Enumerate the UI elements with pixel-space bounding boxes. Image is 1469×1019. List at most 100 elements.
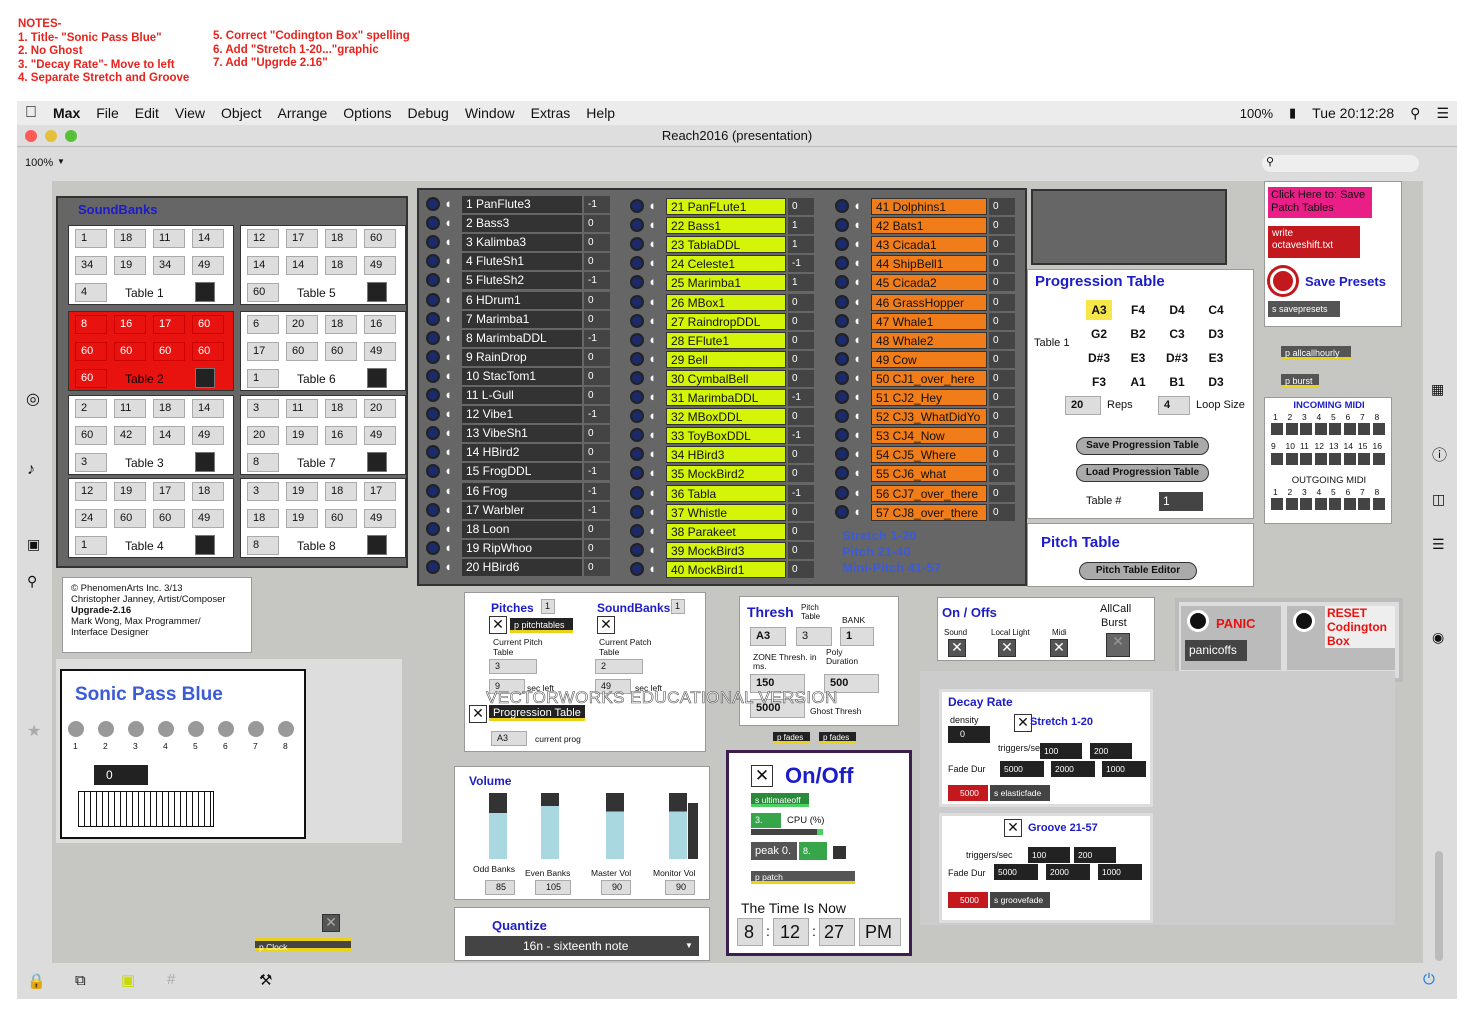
bank-pan-icon[interactable]: ◖ [444,483,458,499]
odd-value[interactable]: 85 [485,880,515,895]
table-cell[interactable]: 49 [364,256,396,275]
bank-slot[interactable]: 24 Celeste1 [666,255,786,273]
maximize-button[interactable] [65,130,77,142]
bank-offset[interactable]: -1 [788,427,814,445]
menu-item-object[interactable]: Object [213,105,269,121]
bank-pan-icon[interactable]: ◖ [444,406,458,422]
table-num-value[interactable]: 1 [1159,492,1203,511]
bank-select-icon[interactable] [630,199,644,213]
menu-item-file[interactable]: File [88,105,127,121]
bank-pan-icon[interactable]: ◖ [444,292,458,308]
bank-slot[interactable]: 23 TablaDDL [666,236,786,254]
menu-clock[interactable]: Tue 20:12:28 [1304,105,1402,121]
bank-offset[interactable]: 0 [989,484,1015,502]
bank-select-icon[interactable] [426,311,440,326]
table-cell[interactable]: 49 [192,256,224,275]
bank-select-icon[interactable] [835,218,849,233]
bank-pan-icon[interactable]: ◖ [444,311,458,327]
table-cell[interactable]: 49 [364,509,396,528]
table-cell[interactable]: 34 [75,256,107,275]
reps-value[interactable]: 20 [1065,396,1101,415]
bank-slot[interactable]: 55 CJ6_what [871,465,987,483]
bank-slot[interactable]: 31 MarimbaDDL [666,389,786,406]
table-cell[interactable]: 18 [325,256,357,275]
table-cell[interactable]: 14 [153,426,185,445]
bank-pan-icon[interactable]: ◖ [648,389,662,405]
bank-slot[interactable]: 30 CymbalBell [666,369,786,387]
bank-pan-icon[interactable]: ◖ [853,370,867,386]
panic-button[interactable] [1187,610,1209,632]
list-view-icon[interactable]: ☰ [1432,536,1445,553]
bank-offset[interactable]: -1 [584,329,610,347]
master-slider[interactable] [606,793,624,859]
sonic-dot[interactable] [278,721,294,737]
bank-slot[interactable]: 9 RainDrop [462,348,582,366]
bank-select-icon[interactable] [835,199,849,213]
bank-pan-icon[interactable]: ◖ [853,408,867,424]
table-cell[interactable]: 20 [286,315,318,334]
table-cell[interactable]: 60 [114,509,146,528]
menu-item-debug[interactable]: Debug [400,105,457,121]
write-octaveshift-button[interactable]: write octaveshift.txt [1268,226,1360,258]
bank-pan-icon[interactable]: ◖ [648,465,662,481]
bank-offset[interactable]: 0 [989,331,1015,349]
clock-toggle[interactable]: ✕ [322,914,340,932]
lock-icon[interactable]: 🔒 [27,972,46,990]
bank-offset[interactable]: -1 [584,272,610,290]
power-icon[interactable]: ⏻ [1423,971,1435,988]
bank-pan-icon[interactable]: ◖ [444,368,458,384]
bank-slot[interactable]: 52 CJ3_WhatDidYo [871,408,987,426]
menu-item-extras[interactable]: Extras [523,105,579,121]
zoom-select[interactable]: 100% [25,157,53,169]
table-cell[interactable]: 18 [247,509,279,528]
bank-slot[interactable]: 22 Bass1 [666,217,786,235]
bank-slot[interactable]: 5 FluteSh2 [462,272,582,290]
bank-slot[interactable]: 35 MockBird2 [666,465,786,483]
info-icon[interactable]: ⓘ [1432,444,1447,465]
progression-note[interactable]: E3 [1203,348,1229,368]
progression-note[interactable]: C4 [1203,300,1229,320]
even-value[interactable]: 105 [535,880,571,895]
table-cell[interactable]: 60 [364,229,396,248]
bank-pan-icon[interactable]: ◖ [444,540,458,556]
table-cell[interactable]: 60 [325,509,357,528]
sonic-dot[interactable] [128,721,144,737]
table-cell[interactable]: 19 [286,509,318,528]
bank-offset[interactable]: 0 [584,425,610,443]
allcall-toggle[interactable]: ✕ [1106,633,1130,657]
bank-slot[interactable]: 56 CJ7_over_there [871,484,987,502]
bank-slot[interactable]: 42 Bats1 [871,217,987,235]
progression-note[interactable]: D4 [1164,300,1190,320]
table-cell[interactable]: 18 [325,482,357,501]
bank-pan-icon[interactable]: ◖ [853,485,867,501]
bank-offset[interactable]: 0 [584,558,610,576]
bank-select-icon[interactable] [630,561,644,576]
table-cell[interactable]: 11 [114,399,146,418]
table-cell[interactable]: 42 [114,426,146,445]
windows-icon[interactable]: ⧉ [75,972,86,989]
bank-slot[interactable]: 14 HBird2 [462,444,582,462]
bank-pan-icon[interactable]: ◖ [444,502,458,518]
table-cell[interactable]: 18 [325,399,357,418]
bank-slot[interactable]: 50 CJ1_over_here [871,369,987,387]
progression-note[interactable]: D#3 [1164,348,1190,368]
save-progression-button[interactable]: Save Progression Table [1076,437,1209,455]
bank-offset[interactable]: 0 [584,444,610,462]
bank-slot[interactable]: 38 Parakeet [666,522,786,540]
bank-pan-icon[interactable]: ◖ [648,274,662,290]
bank-select-icon[interactable] [426,502,440,517]
volume-slider[interactable] [1435,851,1443,961]
table-cell[interactable]: 14 [286,256,318,275]
close-button[interactable] [25,130,37,142]
bank-slot[interactable]: 44 ShipBell1 [871,255,987,273]
reset-button[interactable] [1293,610,1315,632]
fade-1[interactable]: 5000 [1000,761,1044,777]
save-presets-icon[interactable] [1270,268,1296,294]
book-icon[interactable]: ◫ [1432,491,1445,508]
bank-slot[interactable]: 4 FluteSh1 [462,253,582,271]
menu-item-help[interactable]: Help [578,105,623,121]
bank-slot[interactable]: 19 RipWhoo [462,539,582,557]
minimize-button[interactable] [45,130,57,142]
bank-slot[interactable]: 43 Cicada1 [871,236,987,254]
bank-select-icon[interactable] [630,332,644,347]
